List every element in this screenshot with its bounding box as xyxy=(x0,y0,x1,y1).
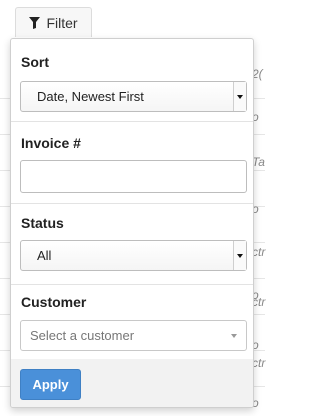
status-select-value: All xyxy=(37,248,52,263)
invoice-section: Invoice # xyxy=(11,122,253,203)
customer-label: Customer xyxy=(21,294,87,310)
invoice-number-input[interactable] xyxy=(20,160,247,193)
invoice-label: Invoice # xyxy=(21,135,81,151)
sort-section: Sort Date, Newest First xyxy=(11,39,253,121)
filter-button-label: Filter xyxy=(46,14,78,31)
status-label: Status xyxy=(21,215,64,231)
customer-select[interactable]: Select a customer xyxy=(20,320,247,351)
filter-panel: Sort Date, Newest First Invoice # Status… xyxy=(10,38,254,408)
chevron-down-icon xyxy=(231,334,237,338)
sort-select[interactable]: Date, Newest First xyxy=(20,81,247,112)
sort-label: Sort xyxy=(21,54,49,70)
table-cell-fragment: ctr xyxy=(252,245,266,259)
table-cell-fragment: ctr xyxy=(252,356,266,370)
filter-panel-footer: Apply xyxy=(11,359,253,407)
status-select[interactable]: All xyxy=(20,240,247,271)
filter-button[interactable]: Filter xyxy=(15,7,92,37)
funnel-icon xyxy=(29,16,41,29)
apply-button[interactable]: Apply xyxy=(20,369,81,400)
dropdown-arrow-icon xyxy=(233,241,246,270)
status-section: Status All xyxy=(11,204,253,284)
dropdown-arrow-icon xyxy=(233,82,246,111)
customer-section: Customer Select a customer xyxy=(11,285,253,359)
customer-select-placeholder: Select a customer xyxy=(30,328,135,343)
sort-select-value: Date, Newest First xyxy=(37,89,144,104)
table-cell-fragment: ctr xyxy=(252,295,266,309)
